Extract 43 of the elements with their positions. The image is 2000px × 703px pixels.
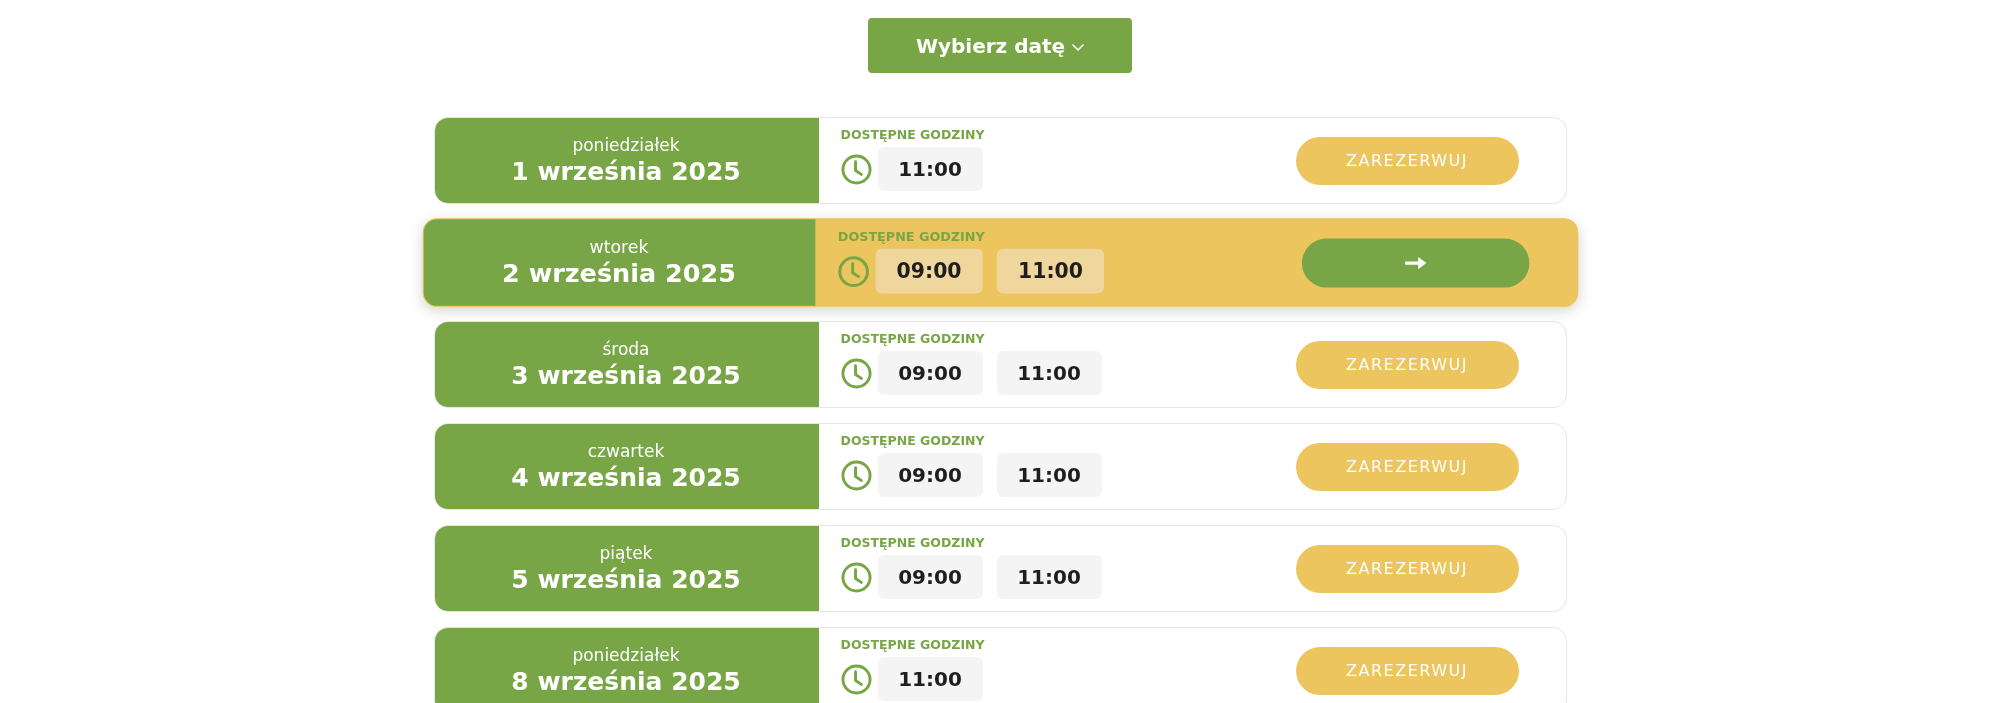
day-row[interactable]: środa 3 września 2025 DOSTĘPNE GODZINY 09:00 11:00 ZAREZERWUJ: [433, 321, 1567, 408]
clock-icon: [840, 663, 872, 695]
clock-icon: [840, 153, 872, 185]
available-hours-label: DOSTĘPNE GODZINY: [840, 127, 985, 143]
time-slot[interactable]: 09:00: [877, 555, 983, 599]
time-slot[interactable]: 09:00: [877, 351, 983, 395]
time-slot[interactable]: 09:00: [875, 248, 983, 294]
time-slot[interactable]: 11:00: [996, 555, 1102, 599]
day-row[interactable]: wtorek 2 września 2025 DOSTĘPNE GODZINY 09:00 11:00: [422, 218, 1578, 307]
date-label: 3 września 2025: [511, 359, 741, 392]
available-hours-label: DOSTĘPNE GODZINY: [837, 228, 985, 245]
time-slot[interactable]: 11:00: [877, 657, 983, 701]
clock-icon: [837, 255, 869, 287]
time-slot[interactable]: 09:00: [877, 453, 983, 497]
day-row[interactable]: poniedziałek 1 września 2025 DOSTĘPNE GODZINY 11:00 ZAREZERWUJ: [433, 117, 1567, 204]
available-hours-label: DOSTĘPNE GODZINY: [840, 637, 985, 653]
day-row[interactable]: poniedziałek 8 września 2025 DOSTĘPNE GODZINY 11:00 ZAREZERWUJ: [433, 627, 1567, 703]
available-hours-label: DOSTĘPNE GODZINY: [840, 535, 985, 551]
weekday-label: wtorek: [589, 235, 649, 258]
caret-icon: [1072, 44, 1085, 51]
clock-icon: [840, 357, 872, 389]
time-slot[interactable]: 11:00: [877, 147, 983, 191]
day-row[interactable]: piątek 5 września 2025 DOSTĘPNE GODZINY 09:00 11:00 ZAREZERWUJ: [433, 525, 1567, 612]
weekday-label: poniedziałek: [572, 133, 680, 156]
day-row[interactable]: czwartek 4 września 2025 DOSTĘPNE GODZINY 09:00 11:00 ZAREZERWUJ: [433, 423, 1567, 510]
weekday-label: czwartek: [587, 439, 665, 462]
arrow-right-icon: [1403, 255, 1427, 270]
date-label: 5 września 2025: [511, 563, 741, 596]
time-slot[interactable]: 11:00: [996, 248, 1104, 294]
date-label: 4 września 2025: [511, 461, 741, 494]
time-slot[interactable]: 11:00: [996, 453, 1102, 497]
date-label: 1 września 2025: [511, 155, 741, 188]
available-hours-label: DOSTĘPNE GODZINY: [840, 331, 985, 347]
date-label: 8 września 2025: [511, 665, 741, 698]
weekday-label: poniedziałek: [572, 643, 680, 666]
weekday-label: piątek: [599, 541, 653, 564]
time-slot[interactable]: 11:00: [996, 351, 1102, 395]
clock-icon: [840, 561, 872, 593]
date-label: 2 września 2025: [501, 257, 736, 290]
continue-button[interactable]: [1301, 238, 1529, 287]
clock-icon: [840, 459, 872, 491]
available-hours-label: DOSTĘPNE GODZINY: [840, 433, 985, 449]
weekday-label: środa: [602, 337, 650, 360]
